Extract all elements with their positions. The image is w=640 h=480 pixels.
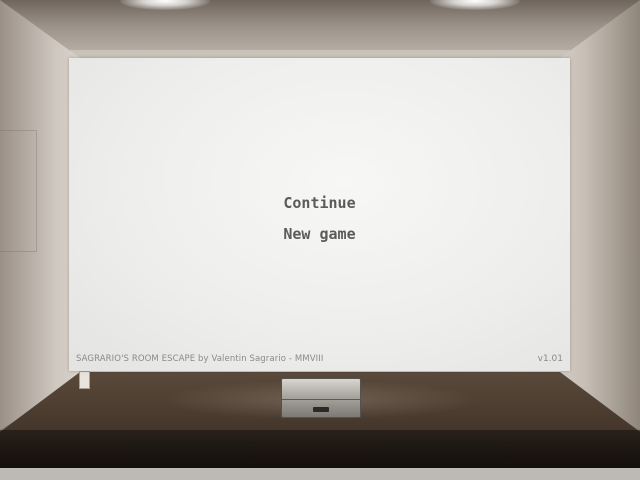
briefcase [281, 378, 361, 418]
main-menu-panel: Continue New game SAGRARIO'S ROOM ESCAPE… [69, 58, 570, 371]
credits-text: SAGRARIO'S ROOM ESCAPE by Valentin Sagra… [76, 354, 324, 364]
new-game-button[interactable]: New game [260, 224, 380, 255]
wall-outlet [79, 371, 90, 389]
continue-button[interactable]: Continue [260, 193, 380, 224]
game-scene: Continue New game SAGRARIO'S ROOM ESCAPE… [0, 0, 640, 480]
bottom-edge [0, 468, 640, 480]
main-menu: Continue New game [69, 193, 570, 255]
version-label: v1.01 [537, 354, 563, 364]
briefcase-lock [313, 407, 329, 412]
wall-panel [0, 130, 37, 252]
